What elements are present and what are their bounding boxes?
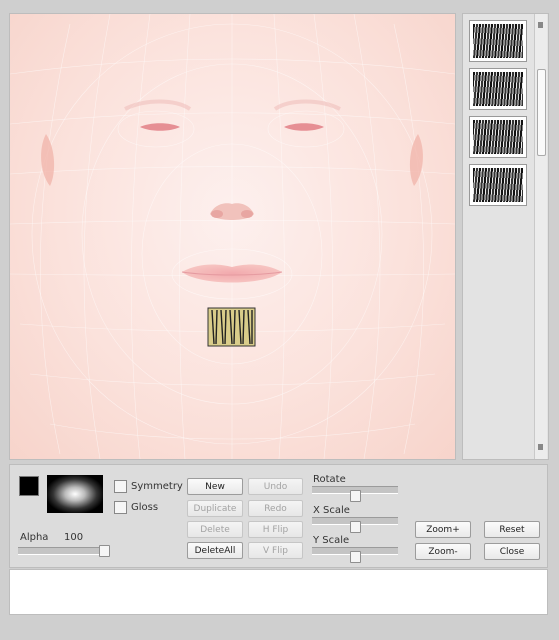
alpha-label: Alpha [20,532,49,543]
thumbnail-item[interactable] [469,116,527,158]
duplicate-button[interactable]: Duplicate [187,500,243,517]
symmetry-checkbox[interactable] [114,480,127,493]
zoom-out-button[interactable]: Zoom- [415,543,471,560]
window: Symmetry Gloss Alpha 100 New Duplicate D… [0,0,559,640]
color-swatch[interactable] [19,476,39,496]
reset-button[interactable]: Reset [484,521,540,538]
thumbnail-item[interactable] [469,20,527,62]
delete-button[interactable]: Delete [187,521,243,538]
thumbnail-scrollbar[interactable] [534,14,547,459]
face-uv-wireframe [10,14,455,459]
alpha-slider[interactable] [18,547,106,555]
hair-texture-thumbnail [473,24,523,58]
close-button[interactable]: Close [484,543,540,560]
redo-button[interactable]: Redo [248,500,303,517]
yscale-label: Y Scale [313,535,350,546]
hair-texture-thumbnail [473,72,523,106]
hair-texture-thumbnail [473,168,523,202]
gloss-checkbox[interactable] [114,501,127,514]
new-button[interactable]: New [187,478,243,495]
thumbnail-item[interactable] [469,68,527,110]
scrollbar-thumb[interactable] [537,69,546,156]
delete-all-button[interactable]: DeleteAll [187,542,243,559]
face-texture-canvas[interactable] [9,13,456,460]
xscale-slider-thumb[interactable] [350,521,361,533]
hair-texture-thumbnail [473,120,523,154]
texture-thumbnail-panel [462,13,549,460]
scroll-down-icon[interactable] [538,444,543,450]
brush-preview[interactable] [47,475,103,513]
zoom-in-button[interactable]: Zoom+ [415,521,471,538]
thumbnail-item[interactable] [469,164,527,206]
alpha-slider-thumb[interactable] [99,545,110,557]
yscale-slider-thumb[interactable] [350,551,361,563]
alpha-value: 100 [64,532,84,543]
gloss-label: Gloss [131,502,159,513]
xscale-label: X Scale [313,505,350,516]
editor-toolbar: Symmetry Gloss Alpha 100 New Duplicate D… [9,464,548,568]
symmetry-label: Symmetry [131,481,183,492]
vflip-button[interactable]: V Flip [248,542,303,559]
status-area [9,569,548,615]
hflip-button[interactable]: H Flip [248,521,303,538]
rotate-label: Rotate [313,474,346,485]
scroll-up-icon[interactable] [538,22,543,28]
rotate-slider-thumb[interactable] [350,490,361,502]
undo-button[interactable]: Undo [248,478,303,495]
